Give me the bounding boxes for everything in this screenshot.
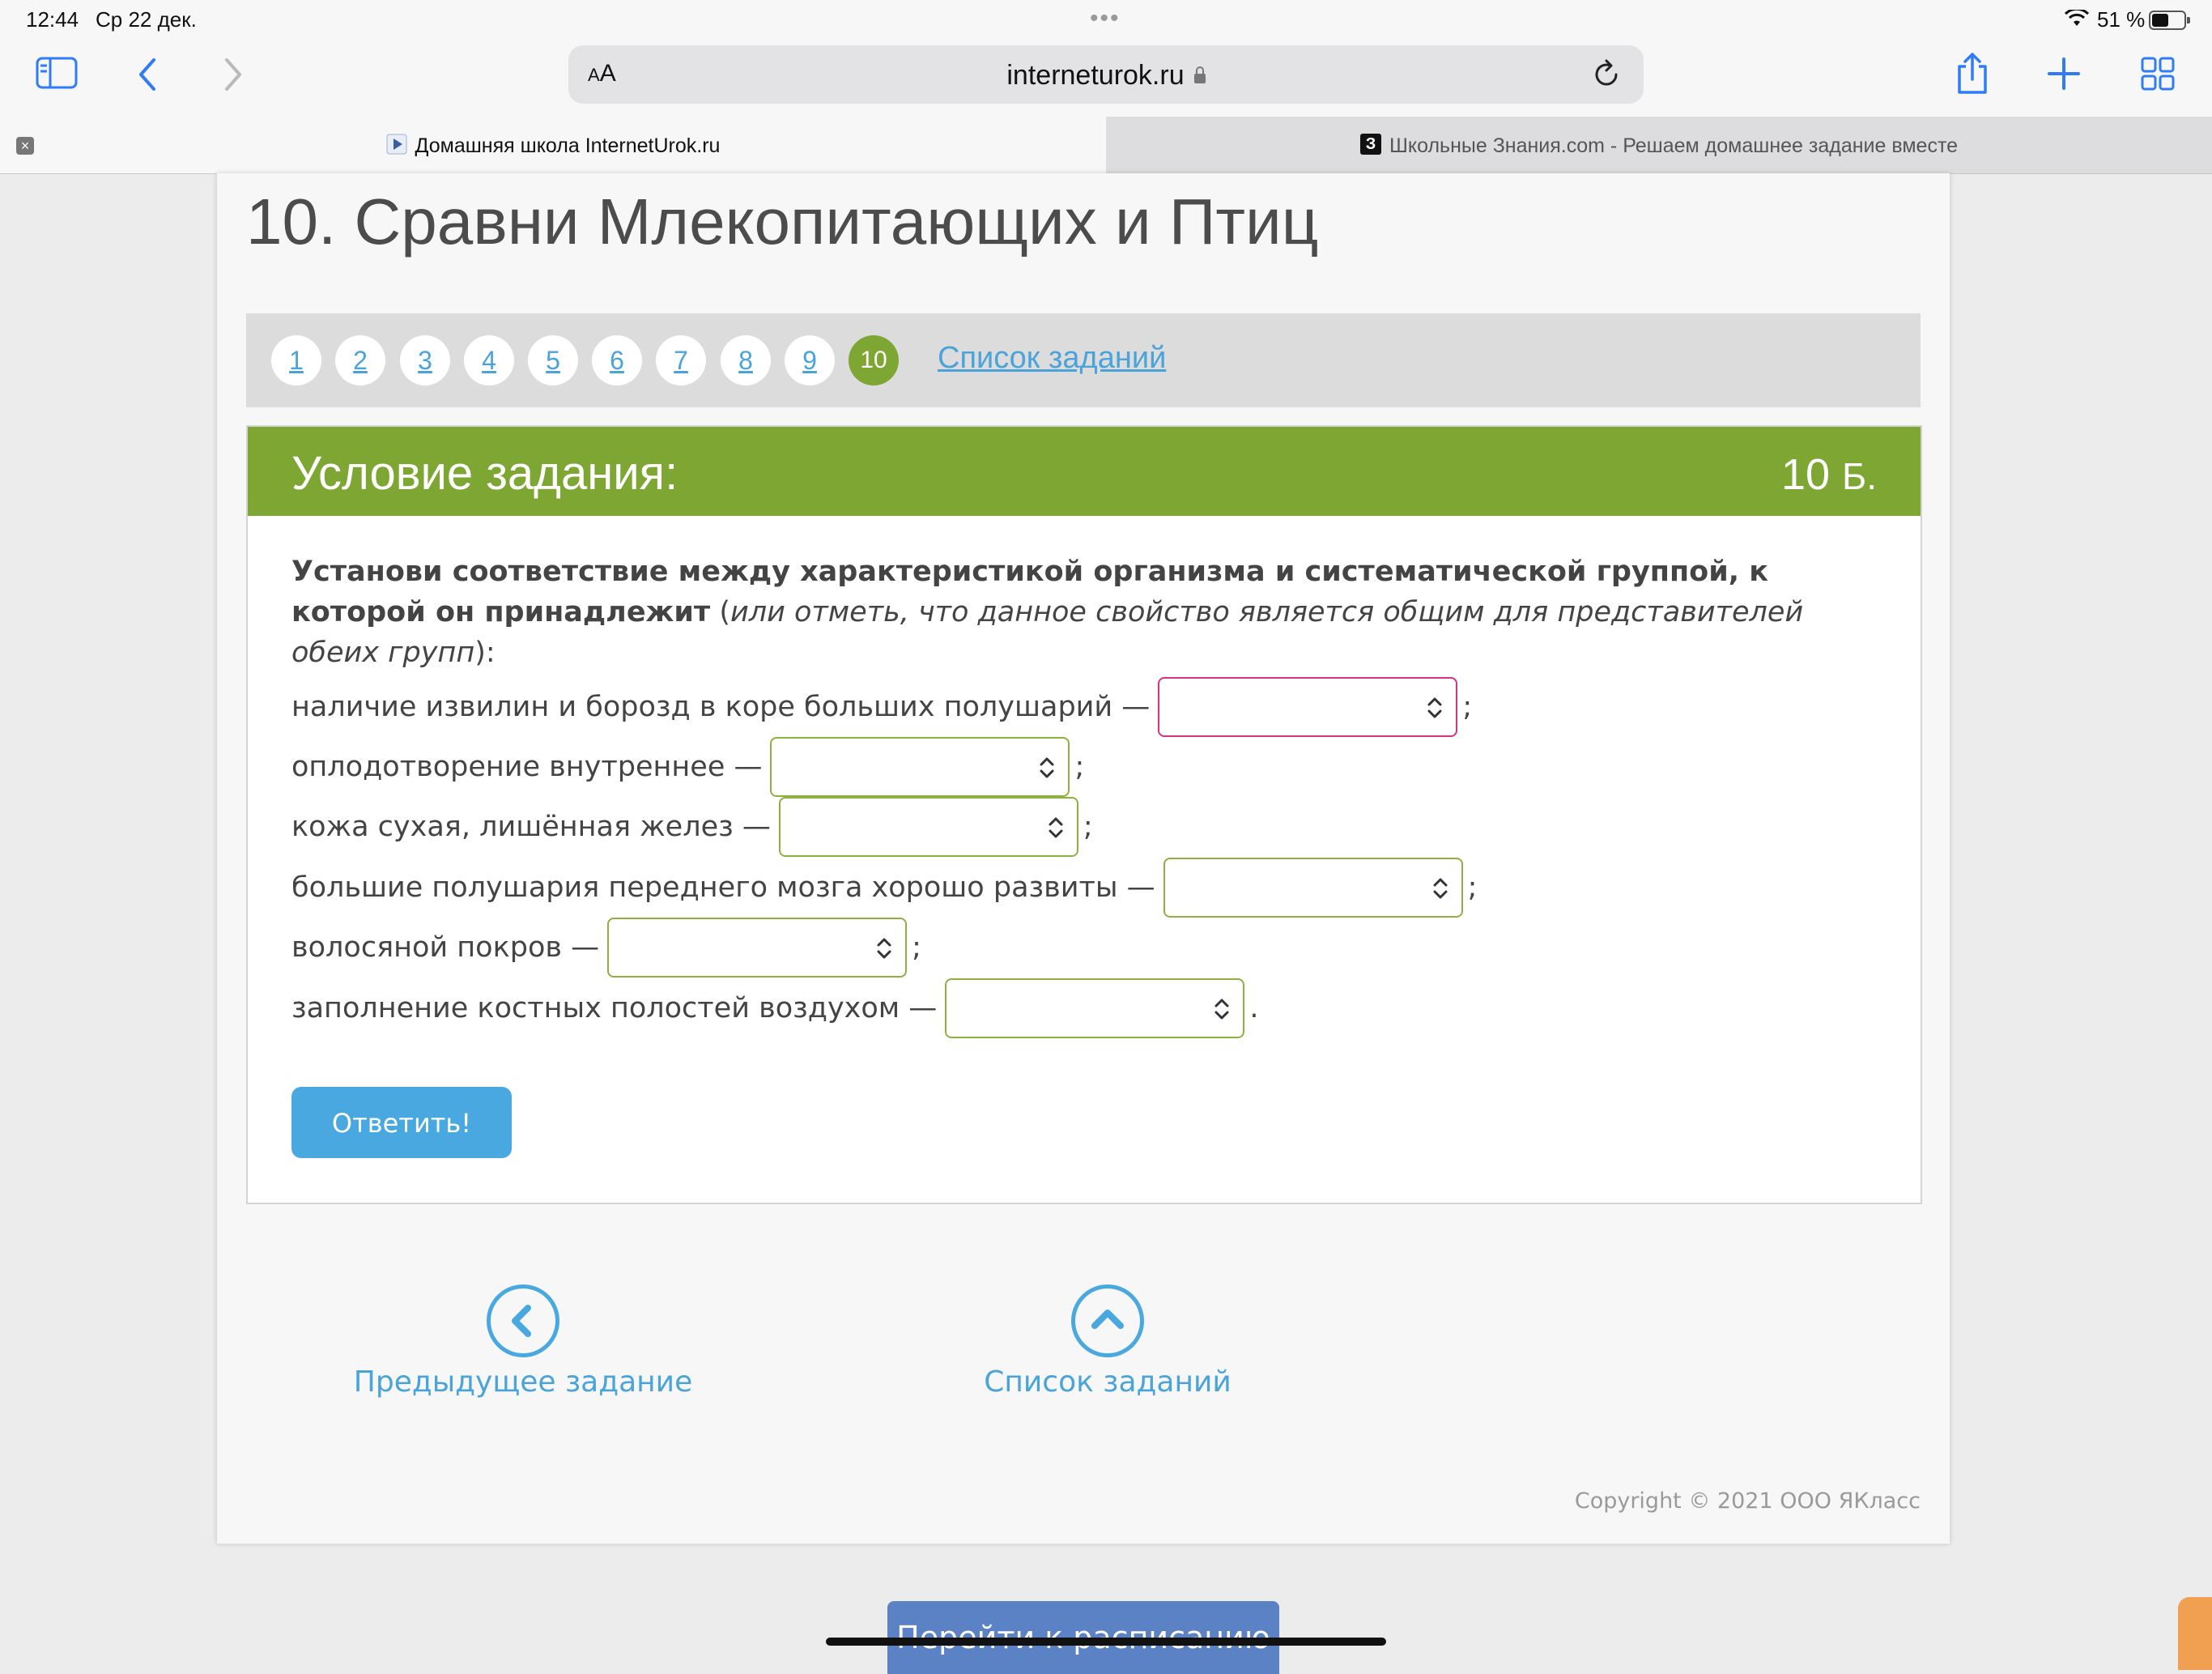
chevron-left-circle-icon xyxy=(487,1284,559,1357)
sidebar-icon[interactable] xyxy=(36,57,78,92)
match-select-1[interactable] xyxy=(1158,677,1458,737)
tab-znania[interactable]: З Школьные Знания.com - Решаем домашнее з… xyxy=(1106,117,2212,173)
up-down-chevron-icon xyxy=(874,935,894,968)
match-row-5: волосяной покров —; xyxy=(291,918,921,978)
up-down-chevron-icon xyxy=(1037,755,1057,787)
address-bar[interactable]: AA interneturok.ru xyxy=(568,45,1644,104)
match-row-6: заполнение костных полостей воздухом —. xyxy=(291,978,1258,1038)
match-select-4[interactable] xyxy=(1163,858,1463,918)
task-header: Условие задания: 10 Б. xyxy=(248,427,1921,516)
battery-icon xyxy=(2149,11,2190,30)
page-link-9[interactable]: 9 xyxy=(785,335,835,385)
match-row-text: заполнение костных полостей воздухом — xyxy=(291,992,938,1024)
copyright: Copyright © 2021 ООО ЯКласс xyxy=(1574,1489,1921,1514)
task-instruction: Установи соответствие между характеристи… xyxy=(291,556,1804,669)
task-box: Условие задания: 10 Б. Установи соответс… xyxy=(246,425,1922,1204)
page-link-7[interactable]: 7 xyxy=(656,335,706,385)
back-icon[interactable] xyxy=(136,57,159,96)
znania-favicon-icon: З xyxy=(1359,134,1381,155)
wifi-icon xyxy=(2064,7,2090,33)
tab-overview-icon[interactable] xyxy=(2141,57,2175,94)
page-link-6[interactable]: 6 xyxy=(592,335,642,385)
tab-label: Домашняя школа InternetUrok.ru xyxy=(415,134,721,157)
task-list-bottom-link[interactable]: Список заданий xyxy=(946,1284,1270,1399)
url-text: interneturok.ru xyxy=(1006,60,1185,91)
share-icon[interactable] xyxy=(1955,52,1990,99)
match-select-6[interactable] xyxy=(945,978,1245,1038)
status-bar: 12:44 Ср 22 дек. ••• 51 % xyxy=(0,0,2212,39)
tab-bar: × Домашняя школа InternetUrok.ru З Школьн… xyxy=(0,117,2212,174)
multitasking-dots-icon[interactable]: ••• xyxy=(1090,5,1121,32)
status-time: 12:44 xyxy=(26,7,79,32)
forward-icon[interactable] xyxy=(222,57,245,96)
task-header-title: Условие задания: xyxy=(291,447,678,500)
task-list-bottom-label: Список заданий xyxy=(984,1365,1231,1399)
reload-icon[interactable] xyxy=(1590,58,1623,94)
task-list-link[interactable]: Список заданий xyxy=(938,341,1166,376)
chat-widget-icon[interactable] xyxy=(2178,1597,2212,1670)
page-link-2[interactable]: 2 xyxy=(335,335,385,385)
play-favicon-icon xyxy=(386,134,407,155)
match-row-text: кожа сухая, лишённая желез — xyxy=(291,811,771,843)
lock-icon xyxy=(1193,66,1206,83)
page-link-10-current[interactable]: 10 xyxy=(849,335,899,385)
page-link-3[interactable]: 3 xyxy=(400,335,450,385)
match-select-5[interactable] xyxy=(607,918,908,978)
answer-button[interactable]: Ответить! xyxy=(291,1087,512,1158)
match-row-4: большие полушария переднего мозга хорошо… xyxy=(291,858,1477,918)
match-row-text: большие полушария переднего мозга хорошо… xyxy=(291,871,1155,904)
previous-task-label: Предыдущее задание xyxy=(353,1365,693,1399)
battery-percent: 51 % xyxy=(2097,7,2146,32)
page-link-1[interactable]: 1 xyxy=(271,335,321,385)
match-select-2[interactable] xyxy=(770,737,1070,797)
page-link-8[interactable]: 8 xyxy=(721,335,771,385)
match-row-text: оплодотворение внутреннее — xyxy=(291,751,763,783)
up-down-chevron-icon xyxy=(1431,875,1450,908)
chevron-up-circle-icon xyxy=(1071,1284,1144,1357)
match-row-text: наличие извилин и борозд в коре больших … xyxy=(291,691,1151,723)
page-link-4[interactable]: 4 xyxy=(464,335,514,385)
browser-toolbar: AA interneturok.ru xyxy=(0,39,2212,117)
up-down-chevron-icon xyxy=(1046,815,1066,847)
match-row-3: кожа сухая, лишённая желез —; xyxy=(291,797,1093,857)
url-field[interactable]: interneturok.ru xyxy=(568,60,1644,92)
tab-label: Школьные Знания.com - Решаем домашнее за… xyxy=(1389,134,1959,157)
tab-interneturok[interactable]: × Домашняя школа InternetUrok.ru xyxy=(0,117,1106,173)
status-date: Ср 22 дек. xyxy=(96,7,197,32)
match-row-text: волосяной покров — xyxy=(291,931,600,964)
task-pager: 1 2 3 4 5 6 7 8 9 10 Список заданий xyxy=(246,313,1921,407)
match-row-1: наличие извилин и борозд в коре больших … xyxy=(291,677,1472,737)
page-title: 10. Сравни Млекопитающих и Птиц xyxy=(246,185,1319,258)
task-points: 10 Б. xyxy=(1780,450,1877,499)
new-tab-icon[interactable] xyxy=(2047,57,2081,94)
previous-task-link[interactable]: Предыдущее задание xyxy=(353,1284,693,1399)
up-down-chevron-icon xyxy=(1425,695,1444,727)
up-down-chevron-icon xyxy=(1212,996,1231,1029)
match-select-3[interactable] xyxy=(778,797,1078,857)
page-card: 10. Сравни Млекопитающих и Птиц 1 2 3 4 … xyxy=(217,173,1950,1544)
page-link-5[interactable]: 5 xyxy=(528,335,578,385)
home-indicator[interactable] xyxy=(826,1638,1386,1646)
match-row-2: оплодотворение внутреннее —; xyxy=(291,737,1084,797)
